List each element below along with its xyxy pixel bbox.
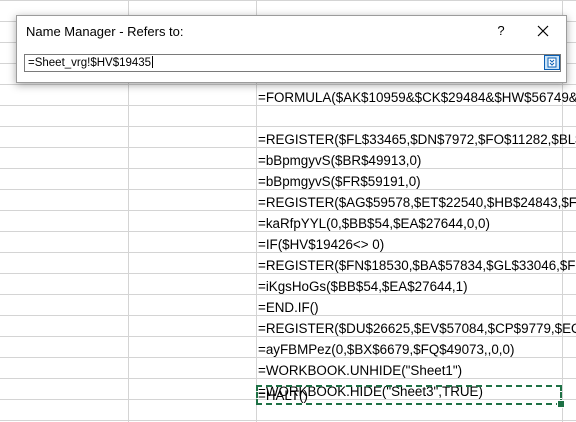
formula-cell[interactable]: =REGISTER($FN$18530,$BA$57834,$GL$33046,… xyxy=(258,255,576,276)
formula-cell[interactable]: =bBpmgyvS($FR$59191,0) xyxy=(258,171,576,192)
formula-cell[interactable]: =FORMULA($AK$10959&$CK$29484&$HW$56749& xyxy=(258,87,576,108)
formula-cell[interactable]: =iKgsHoGs($BB$54,$EA$27644,1) xyxy=(258,276,576,297)
formula-cell[interactable]: =REGISTER($AG$59578,$ET$22540,$HB$24843,… xyxy=(258,192,576,213)
row-divider xyxy=(0,420,576,421)
formula-cell[interactable]: =REGISTER($FL$33465,$DN$7972,$FO$11282,$… xyxy=(258,129,576,150)
refers-to-input[interactable]: =Sheet_vrg!$HV$19435 xyxy=(24,54,561,72)
formula-cell[interactable]: =ayFBMPez(0,$BX$6679,$FQ$49073,,0,0) xyxy=(258,339,576,360)
help-button[interactable]: ? xyxy=(489,19,513,43)
formula-cell[interactable]: =bBpmgyvS($BR$49913,0) xyxy=(258,150,576,171)
name-manager-refers-to-dialog: Name Manager - Refers to: ? =Sheet_vrg!$… xyxy=(16,15,567,83)
formula-cell[interactable]: =REGISTER($DU$26625,$EV$57084,$CP$9779,$… xyxy=(258,318,576,339)
close-button[interactable] xyxy=(527,17,559,45)
formula-cell[interactable]: =END.IF() xyxy=(258,297,576,318)
formula-cell[interactable]: =kaRfpYYL(0,$BB$54,$EA$27644,0,0) xyxy=(258,213,576,234)
formula-cell[interactable]: =IF($HV$19426<> 0) xyxy=(258,234,576,255)
expand-dialog-icon xyxy=(547,57,557,68)
active-cell-selection[interactable] xyxy=(256,385,565,408)
close-icon xyxy=(537,25,549,37)
refers-to-value: =Sheet_vrg!$HV$19435 xyxy=(28,57,152,69)
dialog-title: Name Manager - Refers to: xyxy=(26,24,184,39)
expand-dialog-button[interactable] xyxy=(544,55,560,70)
text-caret xyxy=(152,56,154,68)
formula-cell[interactable] xyxy=(258,108,576,129)
formula-cell[interactable]: =WORKBOOK.UNHIDE("Sheet1") xyxy=(258,360,576,381)
row-divider xyxy=(0,0,576,1)
row-divider xyxy=(0,84,576,85)
